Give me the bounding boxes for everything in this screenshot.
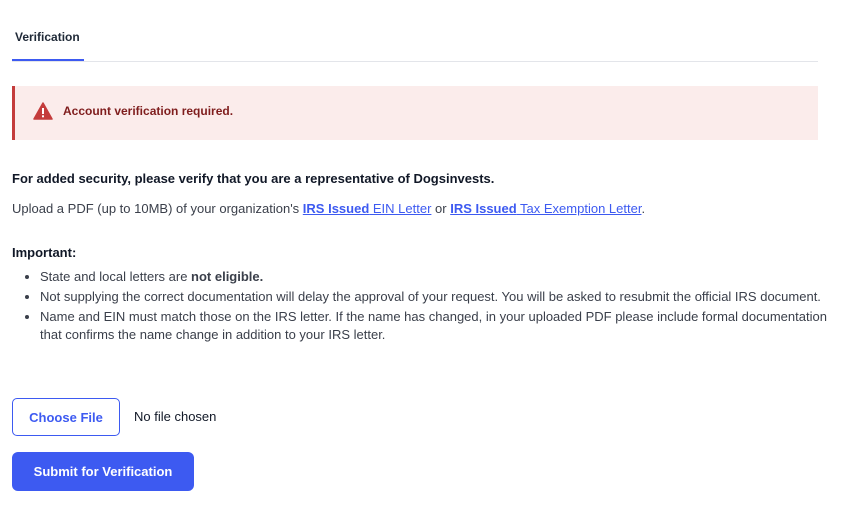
tax-exemption-letter-link[interactable]: IRS Issued Tax Exemption Letter (450, 201, 641, 216)
security-lead-text: For added security, please verify that y… (12, 171, 495, 186)
choose-file-button[interactable]: Choose File (12, 398, 120, 436)
alert-message: Account verification required. (63, 104, 234, 118)
file-status: No file chosen (134, 409, 217, 424)
important-heading: Important: (12, 245, 77, 260)
ein-link-bold: IRS Issued (302, 201, 370, 216)
list-item-bold: not eligible. (191, 269, 264, 284)
list-item: Not supplying the correct documentation … (40, 288, 830, 306)
tax-link-rest: Tax Exemption Letter (516, 201, 642, 216)
important-list: State and local letters are not eligible… (12, 268, 830, 346)
ein-letter-link[interactable]: IRS Issued EIN Letter (303, 201, 432, 216)
warning-triangle-icon (33, 102, 53, 120)
upload-instructions: Upload a PDF (up to 10MB) of your organi… (12, 201, 645, 216)
list-item: State and local letters are not eligible… (40, 268, 830, 286)
submit-verification-button[interactable]: Submit for Verification (12, 452, 194, 491)
upload-prefix: Upload a PDF (up to 10MB) of your organi… (12, 201, 303, 216)
tab-verification[interactable]: Verification (12, 22, 87, 61)
tax-link-bold: IRS Issued (450, 201, 517, 216)
list-item-text: State and local letters are (40, 269, 192, 284)
upload-suffix: . (641, 201, 646, 216)
upload-between: or (431, 201, 451, 216)
tab-bar: Verification (12, 0, 818, 62)
ein-link-rest: EIN Letter (369, 201, 432, 216)
verification-alert: Account verification required. (12, 86, 818, 140)
list-item: Name and EIN must match those on the IRS… (40, 308, 830, 344)
